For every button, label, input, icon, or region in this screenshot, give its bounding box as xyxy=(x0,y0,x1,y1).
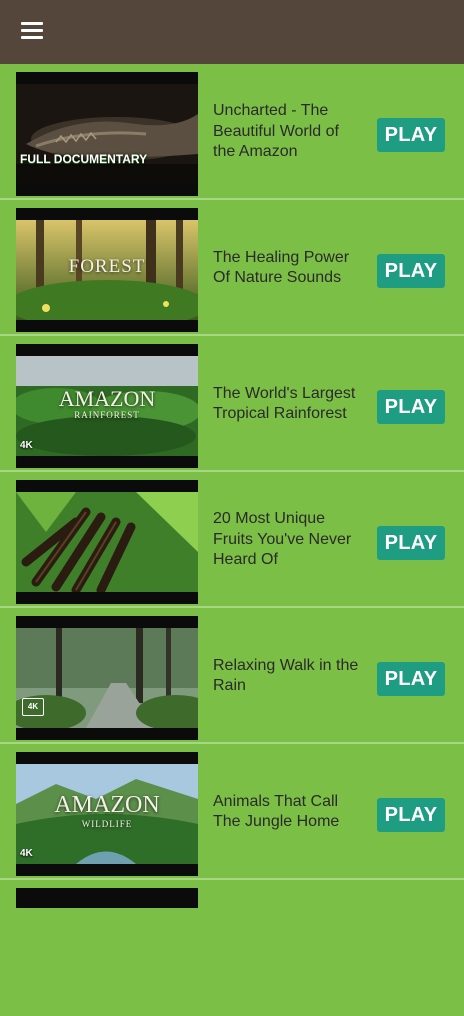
video-row[interactable]: AMAZON WILDLIFE 4K Animals That Call The… xyxy=(0,744,464,880)
amazon-overlay-text: AMAZON xyxy=(54,792,160,818)
hamburger-menu-icon[interactable] xyxy=(21,22,43,40)
video-title: Uncharted - The Beautiful World of the A… xyxy=(213,102,339,161)
video-thumbnail[interactable]: AMAZON RAINFOREST 4K xyxy=(16,344,198,468)
4k-badge: 4K xyxy=(22,698,44,716)
video-title: The Healing Power Of Nature Sounds xyxy=(213,248,350,287)
wildlife-overlay-subtext: WILDLIFE xyxy=(81,819,133,829)
video-row[interactable] xyxy=(0,880,464,1016)
rainforest-overlay-subtext: RAINFOREST xyxy=(74,410,140,420)
video-row[interactable]: 20 Most Unique Fruits You've Never Heard… xyxy=(0,472,464,608)
app-bar xyxy=(0,0,464,64)
video-thumbnail[interactable]: AMAZON WILDLIFE 4K xyxy=(16,752,198,876)
fruits-thumbnail-image xyxy=(16,492,198,592)
video-row[interactable]: FOREST The Healing Power Of Nature Sound… xyxy=(0,200,464,336)
video-thumbnail[interactable] xyxy=(16,480,198,604)
play-button[interactable]: PLAY xyxy=(377,118,445,152)
video-thumbnail[interactable]: FULL DOCUMENTARY xyxy=(16,72,198,196)
video-title: Relaxing Walk in the Rain xyxy=(213,656,359,695)
video-thumbnail[interactable]: 4K xyxy=(16,616,198,740)
video-row[interactable]: FULL DOCUMENTARY Uncharted - The Beautif… xyxy=(0,64,464,200)
amazon-overlay-text: AMAZON xyxy=(58,386,156,411)
forest-overlay-text: FOREST xyxy=(68,256,146,277)
4k-badge: 4K xyxy=(20,440,33,451)
video-row[interactable]: AMAZON RAINFOREST 4K The World's Largest… xyxy=(0,336,464,472)
play-button[interactable]: PLAY xyxy=(377,390,445,424)
video-thumbnail[interactable]: FOREST xyxy=(16,208,198,332)
play-button[interactable]: PLAY xyxy=(377,798,445,832)
full-documentary-label: FULL DOCUMENTARY xyxy=(20,152,148,166)
video-row[interactable]: 4K Relaxing Walk in the Rain PLAY xyxy=(0,608,464,744)
video-title: Animals That Call The Jungle Home xyxy=(213,792,340,831)
play-button[interactable]: PLAY xyxy=(377,526,445,560)
play-button[interactable]: PLAY xyxy=(377,662,445,696)
video-thumbnail[interactable] xyxy=(16,888,198,908)
video-title: The World's Largest Tropical Rainforest xyxy=(213,384,356,423)
crocodile-thumbnail-image xyxy=(16,84,198,184)
play-button[interactable]: PLAY xyxy=(377,254,445,288)
4k-badge: 4K xyxy=(20,848,33,859)
video-title: 20 Most Unique Fruits You've Never Heard… xyxy=(213,510,352,569)
